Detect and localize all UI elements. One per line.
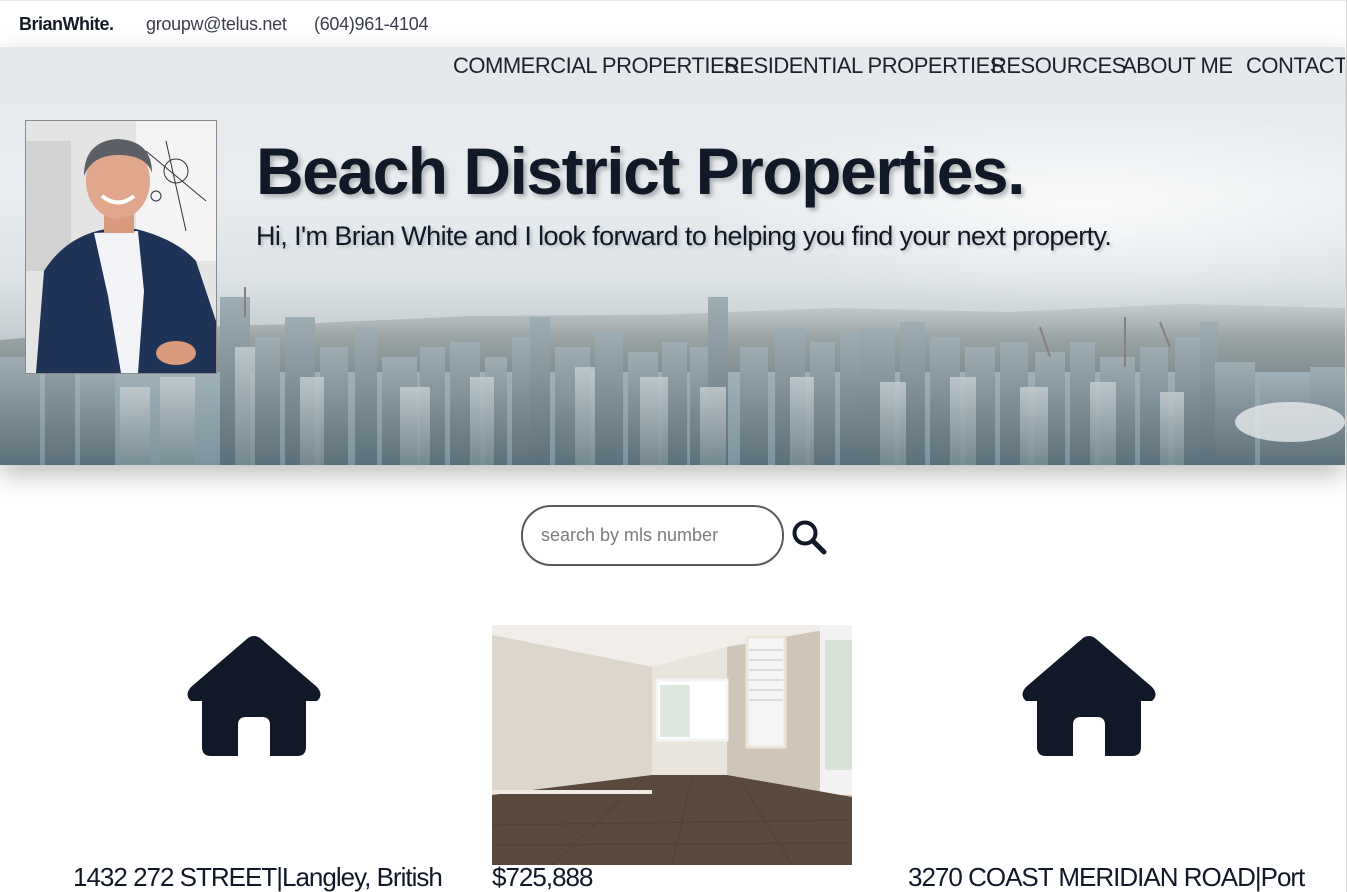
nav-resources[interactable]: RESOURCES [991, 53, 1126, 79]
hero-title: Beach District Properties. [256, 134, 1025, 208]
listing-address[interactable]: 3270 COAST MERIDIAN ROAD|Port [908, 862, 1305, 892]
house-icon[interactable] [1021, 635, 1157, 757]
house-icon[interactable] [186, 635, 322, 757]
hero-subtitle: Hi, I'm Brian White and I look forward t… [256, 221, 1112, 251]
top-bar: BrianWhite. groupw@telus.net (604)961-41… [0, 1, 1345, 47]
main-nav: COMMERCIAL PROPERTIES RESIDENTIAL PROPER… [0, 47, 1345, 90]
nav-commercial-properties[interactable]: COMMERCIAL PROPERTIES [453, 53, 739, 79]
nav-residential-properties[interactable]: RESIDENTIAL PROPERTIES [724, 53, 1004, 79]
mls-search-input[interactable] [521, 505, 784, 566]
page: BrianWhite. groupw@telus.net (604)961-41… [0, 0, 1347, 892]
contact-email[interactable]: groupw@telus.net [146, 14, 287, 35]
search-icon[interactable] [791, 519, 827, 555]
listing-photo[interactable] [492, 625, 852, 865]
listing-price[interactable]: $725,888 [492, 862, 593, 892]
listing-address[interactable]: 1432 272 STREET|Langley, British [73, 862, 443, 892]
nav-about-me[interactable]: ABOUT ME [1122, 53, 1233, 79]
brand-logo[interactable]: BrianWhite. [19, 14, 114, 35]
contact-phone[interactable]: (604)961-4104 [314, 14, 429, 35]
nav-contact[interactable]: CONTACT [1246, 53, 1345, 79]
agent-portrait [25, 120, 217, 374]
hero-banner: COMMERCIAL PROPERTIES RESIDENTIAL PROPER… [0, 47, 1345, 465]
